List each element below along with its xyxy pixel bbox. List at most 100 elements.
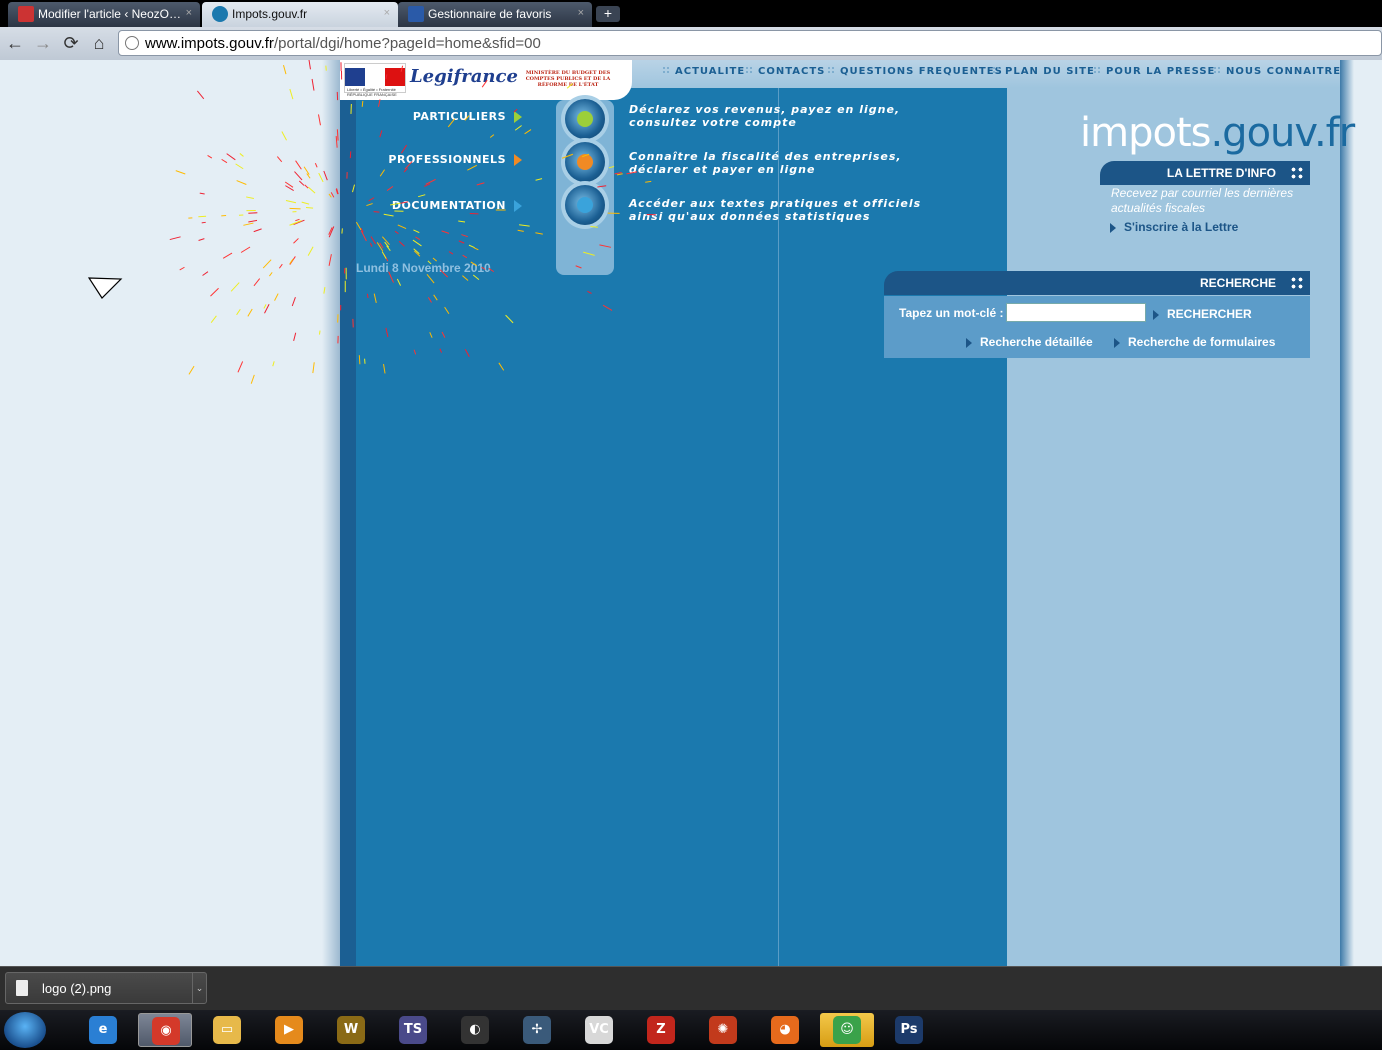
chevron-right-icon bbox=[1114, 337, 1120, 348]
explorer-folder-taskbar-button[interactable]: ▭ bbox=[200, 1013, 254, 1047]
spark bbox=[470, 261, 478, 267]
spark bbox=[314, 162, 318, 168]
detailed-search-link[interactable]: Recherche détaillée bbox=[966, 335, 1093, 349]
firefox-icon: ◕ bbox=[771, 1016, 799, 1044]
chevron-right-icon bbox=[1110, 222, 1116, 233]
chrome-taskbar-button[interactable]: ◉ bbox=[138, 1013, 192, 1047]
spark bbox=[328, 254, 332, 266]
world-of-warcraft-taskbar-button[interactable]: W bbox=[324, 1013, 378, 1047]
download-item[interactable]: logo (2).png ⌄ bbox=[5, 972, 207, 1004]
teamspeak-taskbar-button[interactable]: TS bbox=[386, 1013, 440, 1047]
spark bbox=[253, 278, 261, 287]
link-label: S'inscrire à la Lettre bbox=[1124, 220, 1239, 234]
spark bbox=[311, 78, 315, 91]
chevron-down-icon[interactable]: ⌄ bbox=[192, 973, 206, 1003]
spark bbox=[514, 125, 522, 131]
spark bbox=[369, 242, 373, 247]
spark bbox=[373, 211, 380, 213]
spark bbox=[263, 304, 267, 309]
spark bbox=[269, 272, 273, 277]
spark bbox=[304, 184, 309, 189]
tab-close-icon[interactable]: × bbox=[186, 7, 192, 19]
spark bbox=[418, 194, 426, 198]
tab-bookmarks-manager[interactable]: Gestionnaire de favoris × bbox=[398, 2, 592, 27]
tab-modifier-article[interactable]: Modifier l'article ‹ NeozO… × bbox=[8, 2, 200, 27]
tab-title: Modifier l'article ‹ NeozO… bbox=[38, 7, 181, 21]
filezilla-icon: Z bbox=[647, 1016, 675, 1044]
link-label: Recherche détaillée bbox=[980, 335, 1093, 349]
reload-icon[interactable]: ⟳ bbox=[60, 32, 82, 54]
spark bbox=[517, 229, 524, 232]
spark bbox=[441, 331, 446, 338]
star-favicon-icon bbox=[408, 6, 424, 22]
spark bbox=[626, 171, 638, 175]
spark bbox=[561, 153, 574, 159]
spark bbox=[281, 131, 287, 141]
tab-title: Impots.gouv.fr bbox=[232, 7, 308, 21]
spark bbox=[307, 186, 316, 194]
burner-taskbar-button[interactable]: ✺ bbox=[696, 1013, 750, 1047]
spark bbox=[566, 83, 573, 89]
search-header: RECHERCHE bbox=[884, 271, 1310, 295]
spark bbox=[235, 163, 244, 170]
spark bbox=[464, 348, 470, 358]
spark bbox=[472, 274, 480, 281]
steam-taskbar-button[interactable]: ◐ bbox=[448, 1013, 502, 1047]
spark bbox=[312, 362, 315, 374]
filezilla-taskbar-button[interactable]: Z bbox=[634, 1013, 688, 1047]
nav-questions-frequentes[interactable]: QUESTIONS FREQUENTES bbox=[827, 66, 1003, 77]
spark bbox=[439, 348, 443, 353]
nav-pour-la-presse[interactable]: POUR LA PRESSE bbox=[1093, 66, 1215, 77]
photoshop-taskbar-button[interactable]: Ps bbox=[882, 1013, 936, 1047]
spark bbox=[597, 185, 607, 188]
internet-explorer-taskbar-button[interactable]: e bbox=[76, 1013, 130, 1047]
nav-nous-connaitre[interactable]: NOUS CONNAITRE bbox=[1213, 66, 1341, 77]
search-button[interactable]: RECHERCHER bbox=[1153, 307, 1252, 321]
search-input[interactable] bbox=[1006, 303, 1146, 322]
address-bar[interactable]: www.impots.gouv.fr/portal/dgi/home?pageI… bbox=[118, 30, 1382, 56]
spark bbox=[524, 129, 532, 135]
media-player-taskbar-button[interactable]: ▶ bbox=[262, 1013, 316, 1047]
newsletter-subscribe-link[interactable]: S'inscrire à la Lettre bbox=[1110, 220, 1238, 234]
spark bbox=[328, 193, 332, 198]
starcraft-taskbar-button[interactable]: ✢ bbox=[510, 1013, 564, 1047]
spark bbox=[582, 153, 590, 158]
vnc-taskbar-button[interactable]: VC bbox=[572, 1013, 626, 1047]
teamspeak-icon: TS bbox=[399, 1016, 427, 1044]
new-tab-button[interactable]: + bbox=[596, 6, 620, 22]
forward-arrow-icon[interactable]: → bbox=[32, 32, 54, 54]
spark bbox=[247, 308, 253, 317]
spark bbox=[535, 178, 543, 181]
vnc-icon: VC bbox=[585, 1016, 613, 1044]
tab-close-icon[interactable]: × bbox=[384, 7, 390, 19]
spark bbox=[169, 236, 181, 241]
browser-toolbar: ← → ⟳ ⌂ www.impots.gouv.fr/portal/dgi/ho… bbox=[0, 27, 1382, 60]
spark bbox=[575, 265, 582, 269]
messenger-taskbar-button[interactable]: ☺ bbox=[820, 1013, 874, 1047]
spark bbox=[368, 197, 375, 202]
spark bbox=[330, 192, 335, 198]
spark bbox=[361, 100, 364, 107]
nav-plan-du-site[interactable]: PLAN DU SITE bbox=[992, 66, 1095, 77]
spark bbox=[196, 90, 205, 100]
tab-impots[interactable]: Impots.gouv.fr × bbox=[202, 2, 398, 27]
home-icon[interactable]: ⌂ bbox=[88, 32, 110, 54]
button-label: RECHERCHER bbox=[1167, 307, 1252, 321]
spark bbox=[352, 184, 355, 193]
dots-grid-icon bbox=[1290, 166, 1304, 180]
dots-icon bbox=[827, 66, 835, 74]
spark bbox=[308, 60, 311, 70]
spark bbox=[379, 130, 383, 138]
chevron-right-icon bbox=[966, 337, 972, 348]
spark bbox=[250, 374, 255, 384]
back-arrow-icon[interactable]: ← bbox=[4, 32, 26, 54]
firefox-taskbar-button[interactable]: ◕ bbox=[758, 1013, 812, 1047]
spark bbox=[400, 201, 409, 204]
forms-search-link[interactable]: Recherche de formulaires bbox=[1114, 335, 1275, 349]
spark bbox=[305, 207, 314, 209]
spark bbox=[318, 172, 324, 183]
tab-close-icon[interactable]: × bbox=[578, 7, 584, 19]
start-button[interactable] bbox=[4, 1012, 46, 1048]
firework-sparks-decoration bbox=[169, 60, 656, 384]
spark bbox=[513, 108, 518, 113]
